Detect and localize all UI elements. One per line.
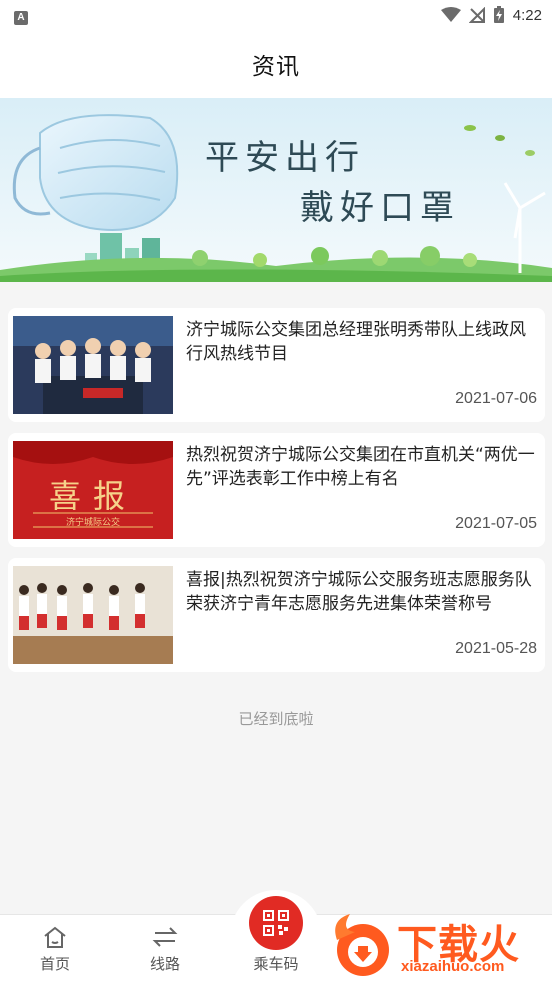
- no-signal-icon: [468, 7, 485, 23]
- battery-charging-icon: [493, 6, 504, 23]
- tab-route[interactable]: 线路: [140, 915, 190, 983]
- thumb-headline: 喜报: [48, 477, 137, 515]
- status-bar: A 4:22: [0, 0, 552, 30]
- news-title: 喜报|热烈祝贺济宁城际公交服务班志愿服务队荣获济宁青年志愿服务先进集体荣誉称号: [186, 570, 532, 614]
- news-date: 2021-07-05: [455, 515, 537, 532]
- news-item[interactable]: 喜报 济宁城际公交 热烈祝贺济宁城际公交集团在市直机关“两优一先”评选表彰工作中…: [8, 433, 545, 547]
- status-right: 4:22: [440, 6, 542, 24]
- news-item[interactable]: 喜报|热烈祝贺济宁城际公交服务班志愿服务队荣获济宁青年志愿服务先进集体荣誉称号 …: [8, 558, 545, 672]
- news-thumbnail: 喜报 济宁城际公交: [13, 441, 173, 539]
- news-date: 2021-07-06: [455, 390, 537, 407]
- tab-home[interactable]: 首页: [30, 915, 80, 983]
- route-switch-icon: [152, 927, 178, 947]
- qr-code-icon: [263, 910, 289, 936]
- wifi-icon: [440, 7, 461, 22]
- home-icon: [44, 926, 66, 948]
- news-thumbnail: [13, 566, 173, 664]
- banner-illustration: [0, 98, 552, 282]
- qr-code-button[interactable]: [249, 896, 303, 950]
- news-item[interactable]: 济宁城际公交集团总经理张明秀带队上线政风行风热线节目 2021-07-06: [8, 308, 545, 422]
- tab-home-label: 首页: [39, 955, 70, 973]
- list-end-text: 已经到底啦: [238, 710, 314, 728]
- tab-qr-label: 乘车码: [253, 955, 299, 973]
- news-title: 热烈祝贺济宁城际公交集团在市直机关“两优一先”评选表彰工作中榜上有名: [186, 445, 535, 489]
- banner-headline-1: 平安出行: [205, 138, 365, 178]
- page-title: 资讯: [252, 54, 300, 80]
- tab-route-label: 线路: [149, 955, 180, 973]
- thumb-subtitle: 济宁城际公交: [65, 518, 120, 528]
- news-date: 2021-05-28: [455, 640, 537, 657]
- watermark-url: xiazaihuo.com: [401, 958, 505, 975]
- news-thumbnail: [13, 316, 173, 414]
- app-notification-icon: A: [14, 10, 28, 25]
- watermark-logo-icon: [335, 914, 389, 976]
- watermark: 下载火 xiazaihuo.com: [325, 906, 550, 983]
- banner[interactable]: 平安出行 戴好口罩: [0, 98, 552, 282]
- page-header: 资讯: [0, 30, 552, 98]
- banner-headline-2: 戴好口罩: [300, 188, 460, 228]
- news-title: 济宁城际公交集团总经理张明秀带队上线政风行风热线节目: [186, 320, 526, 364]
- status-left: A: [14, 5, 28, 25]
- status-time: 4:22: [512, 6, 542, 24]
